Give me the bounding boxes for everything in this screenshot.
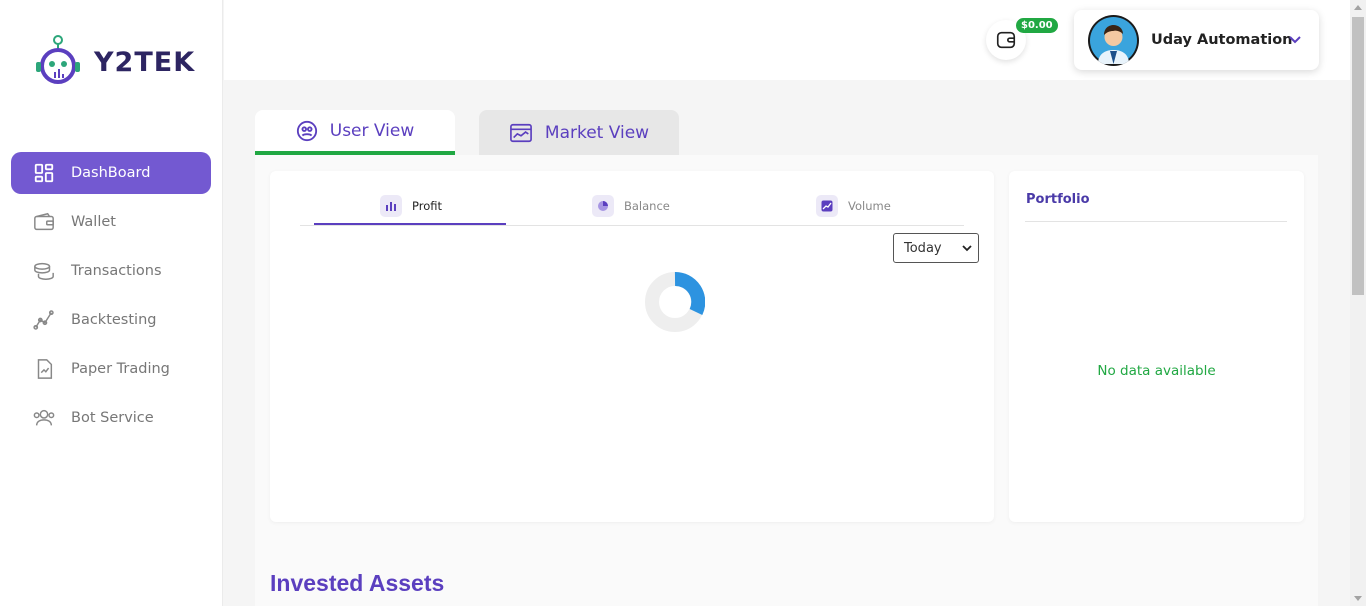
- wallet-icon: [31, 209, 57, 235]
- sidebar-item-label: Transactions: [71, 263, 162, 279]
- portfolio-card: Portfolio No data available: [1009, 171, 1304, 522]
- period-select-value: Today: [904, 240, 942, 256]
- sidebar-item-wallet[interactable]: Wallet: [11, 201, 211, 243]
- bar-chart-icon: [380, 195, 402, 217]
- tab-label: Market View: [544, 122, 650, 143]
- chevron-down-icon: [962, 245, 972, 252]
- sidebar-item-transactions[interactable]: Transactions: [11, 250, 211, 292]
- loading-spinner-icon: [645, 272, 705, 332]
- brand-logo[interactable]: Y2TEK: [28, 34, 195, 90]
- active-subtab-indicator: [314, 223, 506, 225]
- chart-card: Profit Balance Volume Today: [270, 171, 994, 522]
- subtab-label: Balance: [624, 199, 670, 213]
- line-graph-icon: [31, 307, 57, 333]
- tab-market-view[interactable]: Market View: [479, 110, 679, 155]
- user-name: Uday Automation: [1151, 32, 1293, 48]
- sidebar-item-dashboard[interactable]: DashBoard: [11, 152, 211, 194]
- chart-subtabs: Profit Balance Volume: [300, 183, 964, 226]
- users-group-icon: [31, 405, 57, 431]
- sidebar-item-label: Wallet: [71, 214, 116, 230]
- document-chart-icon: [31, 356, 57, 382]
- user-circle-icon: [296, 120, 317, 141]
- avatar: [1088, 14, 1139, 66]
- sidebar-item-backtesting[interactable]: Backtesting: [11, 299, 211, 341]
- tab-user-view[interactable]: User View: [255, 110, 455, 155]
- user-menu[interactable]: Uday Automation: [1074, 10, 1319, 70]
- period-select[interactable]: Today: [893, 233, 979, 263]
- sidebar-item-label: Bot Service: [71, 410, 154, 426]
- brand-name: Y2TEK: [94, 46, 196, 78]
- wallet-balance-badge: $0.00: [1016, 18, 1058, 33]
- pie-chart-icon: [592, 195, 614, 217]
- chevron-down-icon: [1289, 36, 1301, 44]
- subtab-label: Volume: [848, 199, 891, 213]
- scroll-down-arrow-icon[interactable]: [1354, 596, 1362, 601]
- sidebar-item-label: Backtesting: [71, 312, 157, 328]
- robot-logo-icon: [36, 35, 80, 84]
- user-avatar-icon: [1090, 16, 1137, 64]
- coins-icon: [31, 258, 57, 284]
- dashboard-grid-icon: [31, 160, 57, 186]
- portfolio-title: Portfolio: [1026, 192, 1090, 207]
- empty-state-message: No data available: [1097, 363, 1216, 379]
- trend-chart-icon: [816, 195, 838, 217]
- subtab-volume[interactable]: Volume: [816, 187, 891, 225]
- tab-label: User View: [329, 120, 415, 141]
- divider: [1025, 221, 1287, 222]
- subtab-profit[interactable]: Profit: [380, 187, 442, 225]
- wallet-icon: [996, 31, 1016, 49]
- page-scrollbar[interactable]: [1350, 0, 1366, 606]
- sidebar-item-label: Paper Trading: [71, 361, 170, 377]
- sidebar-item-bot-service[interactable]: Bot Service: [11, 397, 211, 439]
- subtab-balance[interactable]: Balance: [592, 187, 670, 225]
- sidebar: Y2TEK DashBoard Wallet Transactions Back…: [0, 0, 223, 606]
- top-header: $0.00 Uday Automation: [224, 0, 1350, 80]
- scroll-thumb[interactable]: [1352, 17, 1364, 295]
- sidebar-nav: DashBoard Wallet Transactions Backtestin…: [11, 152, 211, 446]
- sidebar-item-label: DashBoard: [71, 165, 151, 181]
- market-chart-icon: [509, 123, 532, 142]
- scroll-up-arrow-icon[interactable]: [1354, 5, 1362, 10]
- sidebar-item-paper-trading[interactable]: Paper Trading: [11, 348, 211, 390]
- subtab-label: Profit: [412, 199, 442, 213]
- section-title-invested-assets: Invested Assets: [270, 570, 445, 596]
